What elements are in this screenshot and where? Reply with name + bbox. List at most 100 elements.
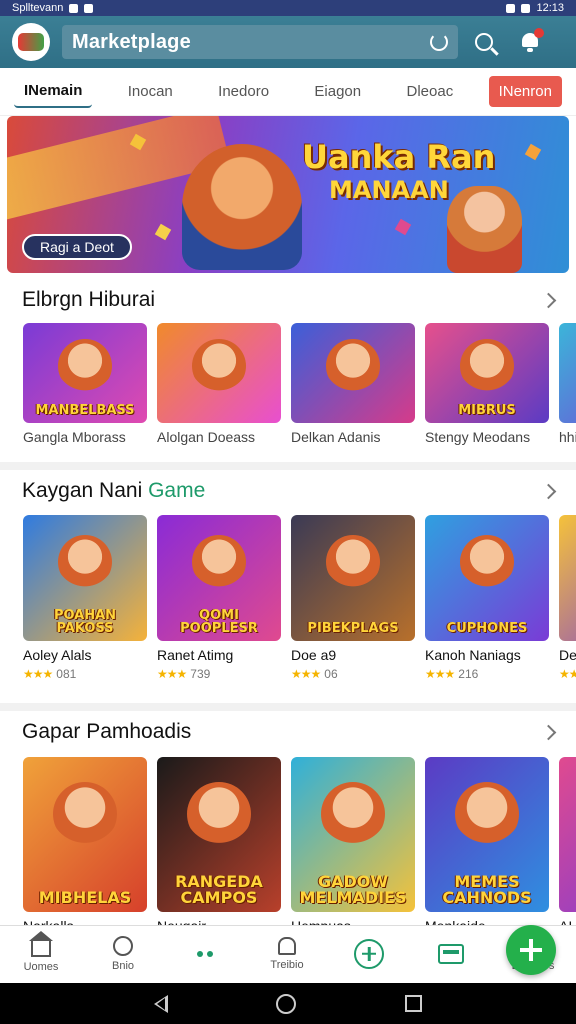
rating: ★★★ 216 [425,667,549,681]
character-image [321,781,385,846]
rating-count: 06 [324,667,338,681]
tab-item[interactable]: INemain [14,75,93,108]
game-card[interactable]: AI [559,757,576,934]
star-rating-icon: ★★★ [291,667,321,681]
card-row: MANBELBASS Gangla Mborass Alolgan Doeass De… [0,323,576,445]
character-image [53,781,117,846]
thumbnail-logo-text: MEMES CAHNODS [442,872,532,907]
chevron-right-icon[interactable] [540,483,557,499]
back-icon[interactable] [154,994,169,1013]
search-bar[interactable]: Marketplage [62,25,458,59]
game-title: Alolgan Doeass [157,429,256,445]
tab-item[interactable]: Inedoro [208,76,279,107]
section-divider [0,703,576,711]
section-header[interactable]: Gapar Pamhoadis [0,714,576,750]
game-thumbnail[interactable]: GADOW MELMADIES [291,757,415,912]
store-icon [438,943,464,964]
game-thumbnail[interactable]: MIBRUS [425,323,549,423]
nav-item[interactable] [410,943,492,964]
home-button-icon[interactable] [276,993,297,1014]
game-card[interactable]: Delkan Adanis [291,323,415,445]
thumbnail-logo-text: PIBEKPLAGS [307,621,399,636]
add-fab-button[interactable] [506,925,556,975]
tab-item[interactable]: Inocan [118,76,183,107]
character-image [326,339,380,393]
game-thumbnail[interactable]: QOMI POOPLESR [157,515,281,641]
banner-button[interactable]: Ragi a Deot [22,234,132,260]
game-thumbnail[interactable]: RANGEDA CAMPOS [157,757,281,912]
section-divider [0,462,576,470]
banner-character [182,144,302,270]
game-thumbnail[interactable]: POAHAN PAKOSS [23,515,147,641]
nav-item[interactable]: Treibio [246,936,328,971]
chevron-right-icon[interactable] [540,724,557,740]
recents-icon[interactable] [404,995,422,1012]
promo-banner[interactable]: Uanka Ran MANAAN Ragi a Deot [7,116,569,273]
rating-count: 081 [56,667,77,681]
game-title: De [559,647,576,663]
star-rating-icon: ★★★ [157,667,187,681]
game-thumbnail[interactable] [291,323,415,423]
status-time: 12:13 [536,2,564,14]
game-card[interactable]: Alolgan Doeass [157,323,281,445]
game-card[interactable]: MEMES CAHNODSMenkaide [425,757,549,934]
character-image [460,339,514,393]
character-image [460,535,514,590]
refresh-icon[interactable] [430,33,448,51]
card-row: POAHAN PAKOSS Aoley Alals ★★★ 081 QOMI POOPL… [0,515,576,681]
character-image [192,339,246,393]
game-thumbnail[interactable]: PIBEKPLAGS [291,515,415,641]
game-card[interactable]: CUPHONES Kanoh Naniags ★★★ 216 [425,515,549,681]
game-thumbnail[interactable]: MEMES CAHNODS [425,757,549,912]
nav-item[interactable] [164,944,246,964]
character-image [455,781,519,846]
game-title: Doe a9 [291,647,337,663]
nav-label: Treibio [270,958,304,971]
game-card[interactable]: RANGEDA CAMPOSNeugair [157,757,281,934]
section-title: Elbrgn Hiburai [22,288,155,312]
game-card[interactable]: De ★★★5 [559,515,576,681]
nav-item[interactable] [328,938,410,969]
game-title: Kanoh Naniags [425,647,521,663]
section-title-text: Elbrgn Hiburai [22,288,156,311]
section-title-accent: Game [148,479,206,502]
banner-title: Uanka Ran [302,138,496,176]
game-thumbnail[interactable]: CUPHONES [425,515,549,641]
notifications-button[interactable] [510,22,550,62]
game-card[interactable]: POAHAN PAKOSS Aoley Alals ★★★ 081 [23,515,147,681]
search-input[interactable]: Marketplage [72,31,191,54]
search-button[interactable] [464,22,504,62]
thumbnail-logo-text: CUPHONES [446,621,528,636]
nav-item[interactable]: Bnio [82,935,164,972]
game-card[interactable]: QOMI POOPLESR Ranet Atimg ★★★ 739 [157,515,281,681]
game-thumbnail[interactable] [157,323,281,423]
game-card[interactable]: GADOW MELMADIESHempuas [291,757,415,934]
game-thumbnail[interactable] [559,757,576,912]
section-header[interactable]: Kaygan Nani Game [0,473,576,509]
section-header[interactable]: Elbrgn Hiburai [0,282,576,318]
game-thumbnail[interactable]: MIBHELAS [23,757,147,912]
game-card[interactable]: PIBEKPLAGS Doe a9 ★★★ 06 [291,515,415,681]
category-tabs: INemain Inocan Inedoro Eiagon Dleoac INenron [0,68,576,116]
game-thumbnail[interactable]: MANBELBASS [23,323,147,423]
game-card[interactable]: hhi [559,323,576,445]
tab-item[interactable]: Eiagon [304,76,371,107]
card-row: MIBHELASNarkallsRANGEDA CAMPOSNeugairGAD… [0,757,576,934]
game-title: Ranet Atimg [157,647,234,663]
thumbnail-logo-text: RANGEDA CAMPOS [175,872,263,907]
tab-item[interactable]: Dleoac [397,76,464,107]
game-thumbnail[interactable] [559,323,576,423]
game-card[interactable]: MIBRUS Stengy Meodans [425,323,549,445]
tab-item[interactable]: INenron [488,76,562,107]
nav-label: Bnio [111,959,135,972]
chevron-right-icon[interactable] [540,292,557,308]
game-thumbnail[interactable] [559,515,576,641]
star-rating-icon: ★★★ [425,667,455,681]
game-card[interactable]: MIBHELASNarkalls [23,757,147,934]
game-title: Gangla Mborass [23,429,126,445]
thumbnail-logo-text: QOMI POOPLESR [180,608,258,636]
game-card[interactable]: MANBELBASS Gangla Mborass [23,323,147,445]
nav-item[interactable]: Uomes [0,930,82,973]
thumbnail-logo-text: POAHAN PAKOSS [53,608,117,636]
app-logo[interactable] [12,23,50,61]
